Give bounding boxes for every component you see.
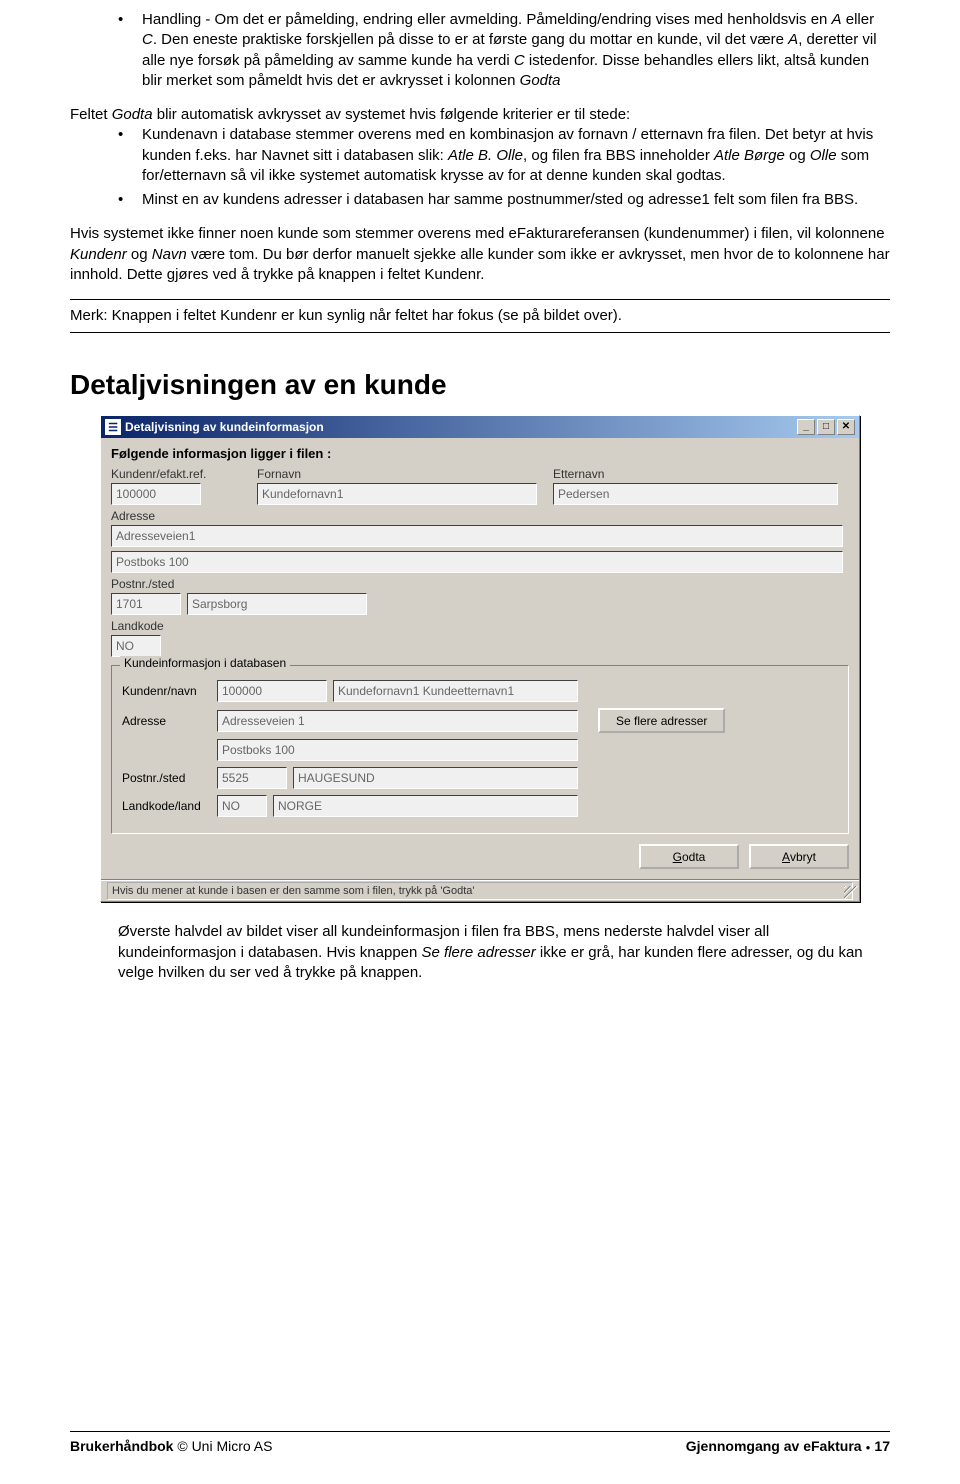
group-title: Kundeinformasjon i databasen [120,656,290,670]
paragraph-hvis-systemet: Hvis systemet ikke finner noen kunde som… [70,224,890,285]
input-db-postnr[interactable]: 5525 [217,767,287,789]
input-postnr[interactable]: 1701 [111,593,181,615]
input-db-sted[interactable]: HAUGESUND [293,767,578,789]
divider [70,299,890,300]
input-etternavn[interactable]: Pedersen [553,483,838,505]
window-icon: ☰ [105,419,121,435]
label-postnr: Postnr./sted [111,577,849,591]
bullet-item: • Handling - Om det er påmelding, endrin… [118,10,890,91]
bullet-text: Handling - Om det er påmelding, endring … [142,10,890,91]
bullet-text: Kundenavn i database stemmer overens med… [142,125,890,186]
input-landkode[interactable]: NO [111,635,161,657]
footer-right: Gjennomgang av eFaktura●17 [686,1438,890,1454]
input-db-adresse2[interactable]: Postboks 100 [217,739,578,761]
input-sted[interactable]: Sarpsborg [187,593,367,615]
window-titlebar: ☰ Detaljvisning av kundeinformasjon _ □ … [101,416,859,438]
label-adresse: Adresse [111,509,849,523]
input-adresse1[interactable]: Adresseveien1 [111,525,843,547]
detail-window: ☰ Detaljvisning av kundeinformasjon _ □ … [100,415,860,902]
bullet-item: • Kundenavn i database stemmer overens m… [118,125,890,186]
input-kundenr[interactable]: 100000 [111,483,201,505]
input-db-kundenr[interactable]: 100000 [217,680,327,702]
input-db-adresse1[interactable]: Adresseveien 1 [217,710,578,732]
merk-note: Merk: Knappen i feltet Kundenr er kun sy… [70,306,890,326]
bullet-dot: • [118,190,142,210]
label-etternavn: Etternavn [553,467,838,481]
paragraph-feltet-godta: Feltet Godta blir automatisk avkrysset a… [70,105,890,210]
footer-left: Brukerhåndbok © Uni Micro AS [70,1438,272,1454]
paragraph-below-window: Øverste halvdel av bildet viser all kund… [118,922,890,983]
label-db-adresse: Adresse [122,714,217,728]
top-bullet-list: • Handling - Om det er påmelding, endrin… [118,10,890,91]
bullet-text: Minst en av kundens adresser i databasen… [142,190,890,210]
input-adresse2[interactable]: Postboks 100 [111,551,843,573]
statusbar-text: Hvis du mener at kunde i basen er den sa… [107,882,853,900]
bullet-dot: • [118,10,142,91]
group-kundeinfo-db: Kundeinformasjon i databasen Kundenr/nav… [111,665,849,834]
minimize-button[interactable]: _ [797,419,815,435]
input-db-navn[interactable]: Kundefornavn1 Kundeetternavn1 [333,680,578,702]
label-db-postnr: Postnr./sted [122,771,217,785]
godta-button[interactable]: Godta [639,844,739,869]
label-db-landkode-land: Landkode/land [122,799,217,813]
resize-grip-icon[interactable] [844,886,858,900]
se-flere-adresser-button[interactable]: Se flere adresser [598,708,725,733]
label-landkode: Landkode [111,619,849,633]
bullet-dot: • [118,125,142,186]
input-db-landkode[interactable]: NO [217,795,267,817]
label-kundenr-navn: Kundenr/navn [122,684,217,698]
label-kundenr: Kundenr/efakt.ref. [111,467,241,481]
maximize-button[interactable]: □ [817,419,835,435]
label-fornavn: Fornavn [257,467,537,481]
section-caption: Følgende informasjon ligger i filen : [111,446,849,461]
bullet-item: • Minst en av kundens adresser i databas… [118,190,890,210]
page-footer: Brukerhåndbok © Uni Micro AS Gjennomgang… [70,1431,890,1454]
avbryt-button[interactable]: Avbryt [749,844,849,869]
input-fornavn[interactable]: Kundefornavn1 [257,483,537,505]
window-statusbar: Hvis du mener at kunde i basen er den sa… [101,879,859,901]
section-heading: Detaljvisningen av en kunde [70,369,890,401]
close-button[interactable]: ✕ [837,419,855,435]
divider [70,332,890,333]
input-db-land[interactable]: NORGE [273,795,578,817]
window-title: Detaljvisning av kundeinformasjon [125,420,797,434]
